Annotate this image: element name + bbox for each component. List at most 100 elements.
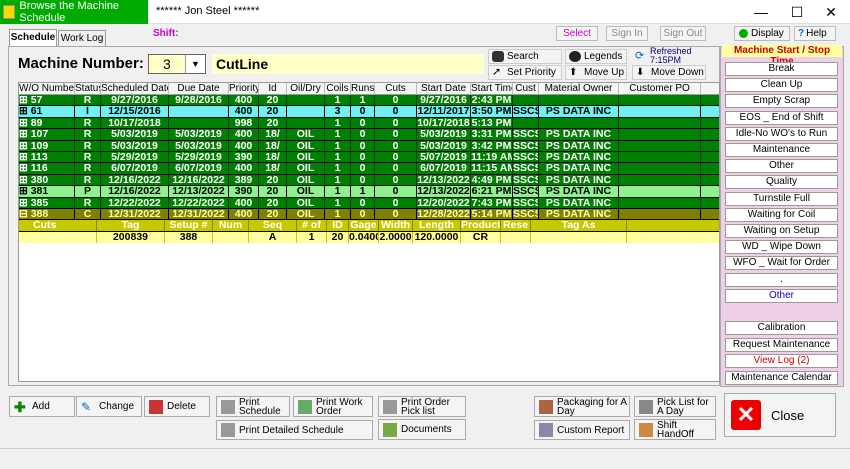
expand-icon[interactable]: ⊞ (19, 186, 31, 196)
column-header[interactable]: Id (259, 83, 287, 95)
maximize-button[interactable]: ☐ (780, 0, 814, 24)
tab-work-log[interactable]: Work Log (58, 30, 106, 46)
expand-icon[interactable]: ⊞ (19, 95, 31, 105)
sign-out-button[interactable]: Sign Out (660, 26, 706, 41)
maintenance-button[interactable]: Request Maintenance (725, 337, 838, 352)
change-button[interactable]: ✎ Change (76, 396, 142, 417)
column-header[interactable]: Cust (513, 83, 539, 95)
table-cell: 12/16/2022 (101, 186, 169, 197)
add-button[interactable]: ✚ Add (9, 396, 75, 417)
chevron-down-icon[interactable]: ▼ (185, 55, 205, 73)
status-bar (0, 448, 850, 469)
packaging-for-a-day-button[interactable]: Packaging for A Day (534, 396, 630, 417)
print-detailed-schedule-button[interactable]: Print Detailed Schedule (216, 420, 373, 440)
shift-handoff-button[interactable]: Shift HandOff (634, 419, 716, 440)
table-row[interactable]: ⊞ 109 R 5/03/2019 5/03/2019 400 18/OIL 1 0 0 5/03… (19, 140, 719, 152)
set-priority-button[interactable]: ➚ Set Priority (488, 65, 562, 80)
table-row[interactable]: ⊞ 381 P 12/16/2022 12/13/2022 390 20 OIL 1 1 0 12/… (19, 186, 719, 198)
table-cell: ⊞ 380 (19, 174, 75, 186)
column-header[interactable]: Scheduled Date (101, 83, 169, 95)
legends-button[interactable]: Legends (565, 49, 627, 64)
table-row[interactable]: ⊞ 57 R 9/27/2016 9/28/2016 400 20 1 1 0 9/27/2016… (19, 95, 719, 107)
minimize-button[interactable]: — (744, 0, 778, 24)
print-schedule-button[interactable]: Print Schedule (216, 396, 290, 417)
column-header[interactable]: Due Date (169, 83, 229, 95)
expand-icon[interactable]: ⊟ (19, 209, 31, 219)
delete-button[interactable]: Delete (144, 396, 210, 417)
column-header[interactable]: Priority (229, 83, 259, 95)
pick-list-for-a-day-button[interactable]: Pick List for A Day (634, 396, 716, 417)
table-row[interactable]: ⊟ 388 C 12/31/2022 12/31/2022 400 20 OIL 1 0 0 12/… (19, 208, 719, 221)
expand-icon[interactable]: ⊞ (19, 152, 31, 162)
table-cell: PS DATA INC (539, 151, 619, 163)
table-row[interactable]: ⊞ 113 R 5/29/2019 5/29/2019 390 18/OIL 1 0 0 5/07… (19, 151, 719, 164)
maintenance-button[interactable]: Maintenance Calendar (725, 370, 838, 385)
expand-icon[interactable]: ⊞ (19, 129, 31, 139)
help-button[interactable]: ? Help (794, 26, 836, 41)
maintenance-button[interactable]: Calibration (725, 321, 838, 335)
trash-icon (149, 399, 163, 414)
close-window-button[interactable]: ✕ (814, 0, 848, 24)
status-button[interactable]: Other (725, 288, 838, 303)
column-header[interactable]: Customer PO (619, 83, 701, 95)
window-title: Browse the Machine Schedule (19, 0, 120, 24)
status-button[interactable]: Quality (725, 175, 838, 190)
table-row[interactable]: ⊞ 116 R 6/07/2019 6/07/2019 400 18/OIL 1 0 0 6/07… (19, 163, 719, 175)
display-button[interactable]: Display (734, 26, 790, 41)
table-row[interactable]: ⊞ 385 R 12/22/2022 12/22/2022 400 20 OIL 1 0 0 12/… (19, 197, 719, 209)
documents-button[interactable]: Documents (378, 419, 466, 440)
column-header[interactable]: Runs (351, 83, 375, 95)
column-header[interactable]: Material Owner (539, 83, 619, 95)
search-button[interactable]: Search (488, 49, 562, 64)
schedule-grid[interactable]: W/O Number Status Scheduled Date Due Date Pr… (18, 82, 720, 382)
expand-icon[interactable]: ⊞ (19, 163, 31, 173)
status-button[interactable]: Break (725, 62, 838, 76)
custom-report-label: Custom Report (557, 424, 625, 436)
expand-icon[interactable]: ⊞ (19, 198, 31, 208)
expand-icon[interactable]: ⊞ (19, 175, 31, 185)
expand-icon[interactable]: ⊞ (19, 141, 31, 151)
move-down-button[interactable]: ⬇ Move Down (632, 65, 706, 80)
tab-schedule[interactable]: Schedule (9, 29, 57, 47)
status-button[interactable]: Idle-No WO's to Run (725, 126, 838, 141)
table-row[interactable]: ⊞ 380 R 12/16/2022 12/16/2022 389 20 OIL 1 0 0 12/… (19, 174, 719, 187)
column-header[interactable]: Cuts (375, 83, 417, 95)
status-button[interactable]: Empty Scrap (725, 94, 838, 109)
expand-icon[interactable]: ⊞ (19, 106, 31, 116)
custom-report-button[interactable]: Custom Report (534, 420, 630, 440)
table-cell: R (75, 140, 101, 151)
table-row[interactable]: ⊞ 61 I 12/15/2016 400 20 3 0 0 12/11/2017 3:50 PM… (19, 106, 719, 118)
status-button[interactable]: Other (725, 159, 838, 174)
table-row[interactable]: ⊞ 89 R 10/17/2018 998 20 1 0 0 10/17/2018 5:13 PM (19, 117, 719, 130)
table-row[interactable]: ⊞ 107 R 5/03/2019 5/03/2019 400 18/OIL 1 0 0 5/03… (19, 129, 719, 141)
machine-name: CutLine (212, 54, 484, 74)
status-button[interactable]: WD _ Wipe Down (725, 240, 838, 255)
status-button[interactable]: Turnstile Full (725, 191, 838, 206)
sub-table-row[interactable]: 200839 388 A 1 20 0.0400 2.0000 120.0000 CR (19, 231, 719, 244)
column-header[interactable]: Coils (325, 83, 351, 95)
status-button[interactable]: EOS _ End of Shift (725, 110, 838, 125)
print-order-pick-list-button[interactable]: Print Order Pick list (378, 396, 466, 417)
status-button[interactable]: Clean Up (725, 78, 838, 93)
maintenance-button[interactable]: View Log (2) (725, 354, 838, 368)
column-header[interactable]: Start Date (417, 83, 471, 95)
table-cell: 0 (351, 106, 375, 117)
status-button[interactable]: Waiting on Setup (725, 224, 838, 238)
machine-number-select[interactable]: 3 ▼ (148, 54, 206, 74)
status-button[interactable]: . (725, 272, 838, 287)
column-header[interactable]: Status (75, 83, 101, 95)
column-header[interactable]: W/O Number (19, 83, 75, 95)
move-up-label: Move Up (584, 67, 625, 78)
move-up-button[interactable]: ⬆ Move Up (565, 65, 627, 80)
status-button[interactable]: Maintenance (725, 143, 838, 157)
column-header[interactable]: Oil/Dry (287, 83, 325, 95)
close-button[interactable]: ✕ Close (724, 393, 836, 437)
status-button[interactable]: WFO _ Wait for Order (725, 256, 838, 271)
table-cell: PS DATA INC (539, 140, 619, 151)
status-button[interactable]: Waiting for Coil (725, 207, 838, 222)
sign-in-button[interactable]: Sign In (606, 26, 648, 41)
expand-icon[interactable]: ⊞ (19, 118, 31, 128)
column-header[interactable]: Start Time (471, 83, 513, 95)
select-button[interactable]: Select (556, 26, 598, 41)
print-work-order-button[interactable]: Print Work Order (293, 396, 373, 417)
